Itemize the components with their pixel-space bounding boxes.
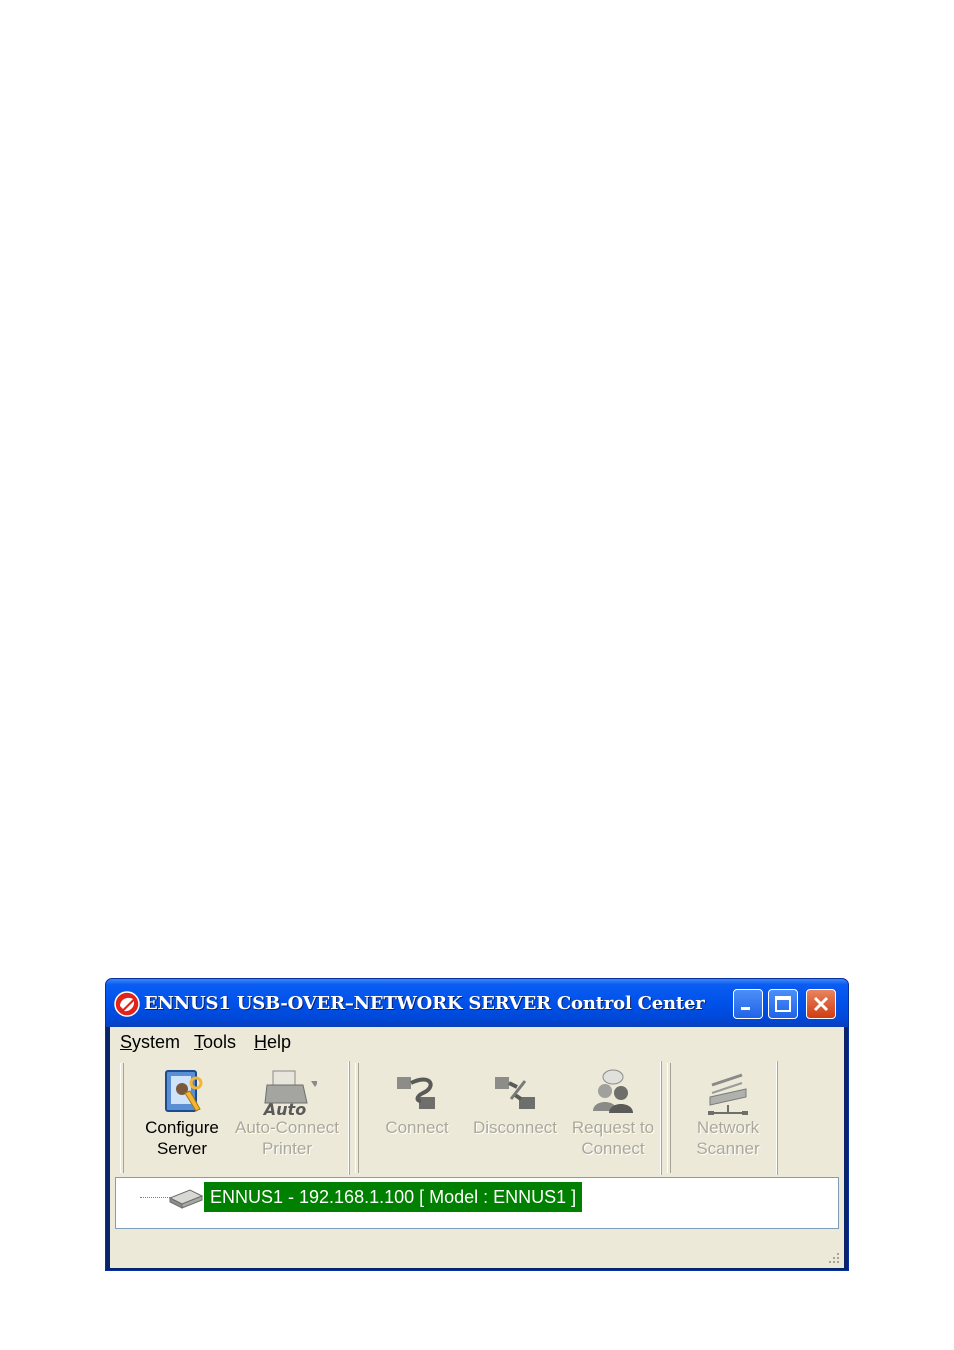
server-tree[interactable]: ENNUS1 - 192.168.1.100 [ Model : ENNUS1 … — [115, 1177, 839, 1229]
network-scanner-icon — [708, 1073, 748, 1115]
auto-connect-printer-label: Auto-Connect Printer — [235, 1118, 339, 1158]
close-icon — [813, 996, 829, 1012]
menu-tools[interactable]: Tools — [194, 1032, 236, 1053]
configure-server-icon — [165, 1070, 203, 1112]
request-connect-icon — [593, 1069, 633, 1113]
menu-help-mnemonic: H — [254, 1032, 267, 1052]
toolbar-separator — [348, 1061, 350, 1175]
menu-help[interactable]: Help — [254, 1032, 291, 1053]
request-to-connect-label: Request to Connect — [571, 1118, 655, 1158]
toolbar-grip[interactable] — [355, 1063, 359, 1173]
minimize-icon — [741, 1007, 750, 1010]
client-area: System Tools Help Configure Server Auto … — [110, 1027, 844, 1268]
app-logo-icon — [114, 991, 140, 1017]
connect-button[interactable]: Connect — [362, 1067, 472, 1171]
disconnect-label: Disconnect — [472, 1118, 558, 1137]
toolbar-separator — [776, 1061, 778, 1175]
toolbar: Configure Server Auto Auto-Connect Print… — [110, 1059, 844, 1177]
close-button[interactable] — [806, 989, 836, 1019]
network-scanner-button[interactable]: Network Scanner — [673, 1067, 783, 1171]
disconnect-button[interactable]: Disconnect — [460, 1067, 570, 1171]
disconnect-icon — [495, 1077, 535, 1109]
menu-tools-label: ools — [203, 1032, 237, 1052]
request-to-connect-button[interactable]: Request to Connect — [558, 1067, 668, 1171]
auto-connect-printer-icon: Auto — [262, 1070, 317, 1119]
usb-server-icon — [168, 1189, 204, 1209]
network-scanner-label: Network Scanner — [696, 1118, 760, 1158]
menu-system-mnemonic: S — [120, 1032, 133, 1052]
resize-grip-icon[interactable] — [825, 1249, 841, 1265]
configure-server-button[interactable]: Configure Server — [127, 1067, 237, 1171]
toolbar-grip[interactable] — [120, 1063, 124, 1173]
menu-tools-mnemonic: T — [194, 1032, 203, 1052]
configure-server-label: Configure Server — [145, 1118, 219, 1158]
window-title: ENNUS1 USB-OVER–NETWORK SERVER Control C… — [144, 993, 705, 1014]
title-bar[interactable]: ENNUS1 USB-OVER–NETWORK SERVER Control C… — [106, 979, 848, 1027]
minimize-button[interactable] — [733, 989, 763, 1019]
connect-label: Connect — [385, 1118, 449, 1137]
menu-bar: System Tools Help — [110, 1027, 844, 1057]
status-bar — [110, 1233, 844, 1268]
maximize-button[interactable] — [768, 989, 798, 1019]
menu-system-label: ystem — [132, 1032, 181, 1052]
auto-connect-printer-button[interactable]: Auto Auto-Connect Printer — [232, 1067, 342, 1171]
maximize-icon — [775, 996, 791, 1012]
tree-node-server[interactable]: ENNUS1 - 192.168.1.100 [ Model : ENNUS1 … — [204, 1182, 583, 1212]
toolbar-separator — [660, 1061, 662, 1175]
app-window: ENNUS1 USB-OVER–NETWORK SERVER Control C… — [105, 978, 849, 1271]
menu-system[interactable]: System — [120, 1032, 180, 1053]
connect-icon — [397, 1077, 435, 1109]
menu-help-label: elp — [267, 1032, 292, 1052]
toolbar-grip[interactable] — [667, 1063, 671, 1173]
